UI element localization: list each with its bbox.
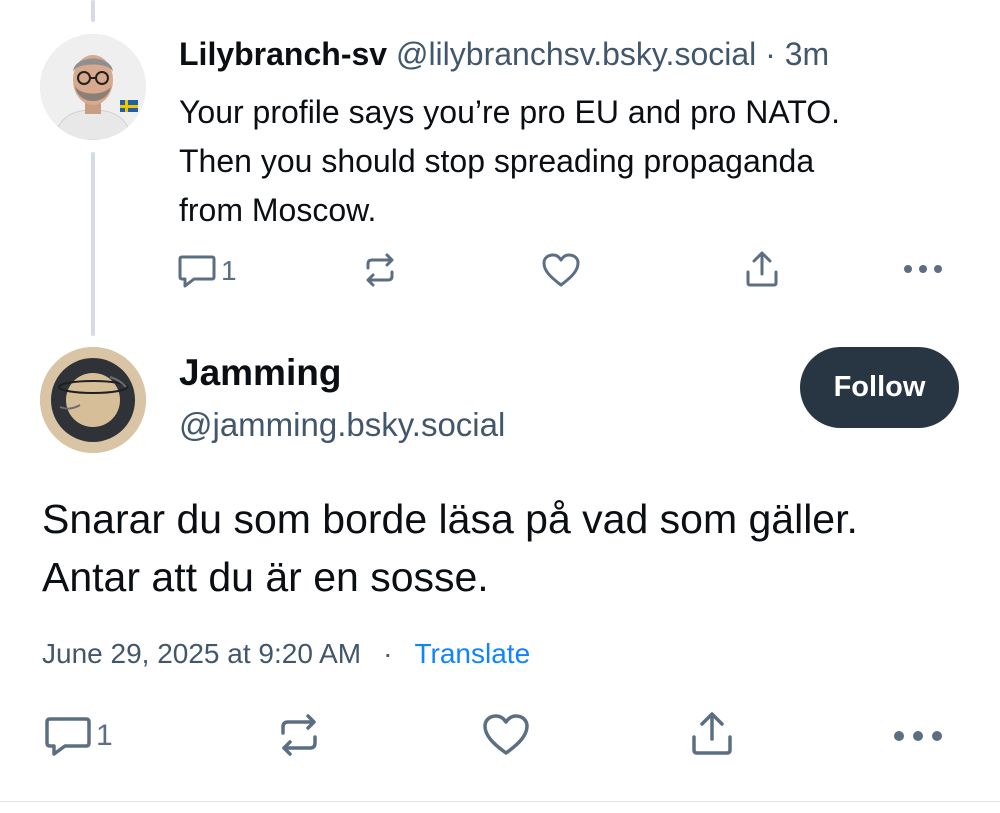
- bluesky-thread: Lilybranch-sv @lilybranchsv.bsky.social …: [0, 0, 1000, 813]
- post-meta: June 29, 2025 at 9:20 AM · Translate: [42, 638, 530, 670]
- repost-button[interactable]: [362, 252, 398, 288]
- bearded-man-avatar-icon: [40, 34, 146, 140]
- repost-arrows-icon: [366, 253, 394, 287]
- author-name[interactable]: Jamming: [179, 352, 341, 394]
- reply-header: Lilybranch-sv @lilybranchsv.bsky.social …: [179, 34, 829, 74]
- post-text: Snarar du som borde läsa på vad som gäll…: [42, 496, 858, 600]
- thread-line: [91, 152, 95, 336]
- repost-arrows-icon: [281, 714, 317, 756]
- share-button[interactable]: [690, 710, 734, 756]
- sweden-flag-icon: [120, 100, 138, 112]
- reply-button[interactable]: 1: [44, 714, 113, 758]
- like-button[interactable]: [482, 713, 530, 757]
- like-button[interactable]: [541, 252, 581, 288]
- share-button[interactable]: [745, 250, 779, 288]
- reply-count: 1: [96, 719, 113, 752]
- divider: [0, 801, 1000, 802]
- thread-line: [91, 0, 95, 22]
- reply-button[interactable]: 1: [177, 252, 237, 290]
- follow-button[interactable]: Follow: [800, 347, 959, 428]
- author-name[interactable]: Lilybranch-sv: [179, 36, 387, 72]
- share-upload-icon: [746, 251, 778, 287]
- reply-count: 1: [221, 255, 237, 286]
- separator: ·: [765, 36, 776, 72]
- heart-icon: [542, 253, 580, 287]
- avatar[interactable]: [40, 347, 146, 453]
- post-timestamp: June 29, 2025 at 9:20 AM: [42, 638, 362, 669]
- author-handle[interactable]: @lilybranchsv.bsky.social: [396, 36, 756, 72]
- author-handle[interactable]: @jamming.bsky.social: [179, 406, 505, 444]
- separator: ·: [383, 638, 393, 669]
- more-options-button[interactable]: [893, 730, 943, 742]
- more-dots-icon: [904, 265, 942, 273]
- repost-button[interactable]: [276, 712, 322, 758]
- speech-bubble-icon: [178, 255, 216, 288]
- speech-bubble-icon: [45, 717, 91, 756]
- more-options-button[interactable]: [903, 264, 943, 274]
- more-dots-icon: [894, 731, 942, 741]
- reply-text: Your profile says you’re pro EU and pro …: [179, 94, 841, 228]
- avatar[interactable]: [40, 34, 146, 140]
- share-upload-icon: [692, 712, 732, 755]
- translate-link[interactable]: Translate: [414, 638, 530, 669]
- post-time[interactable]: 3m: [785, 36, 829, 72]
- inner-tube-avatar-icon: [40, 347, 146, 453]
- heart-icon: [483, 714, 529, 755]
